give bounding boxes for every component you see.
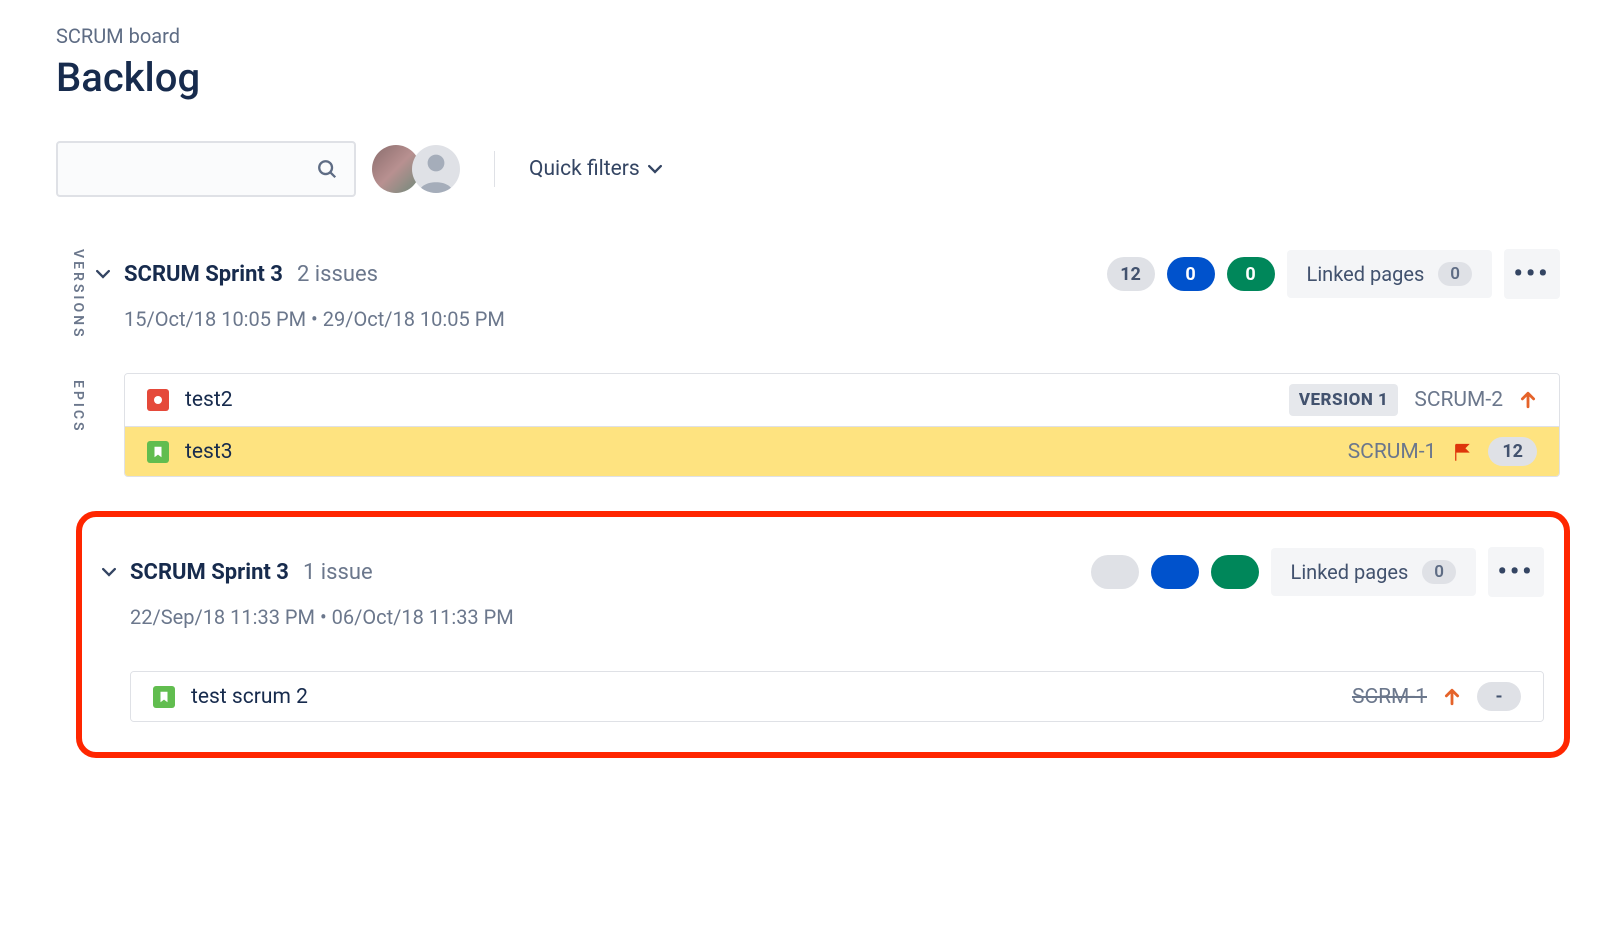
issue-title: test3 <box>185 440 233 464</box>
search-box[interactable] <box>56 141 356 197</box>
sprint-collapse-toggle[interactable] <box>96 269 110 279</box>
status-count-inprogress[interactable]: 0 <box>1167 257 1215 291</box>
sprint-block: SCRUM Sprint 3 2 issues 12 0 0 Linked pa… <box>96 239 1570 487</box>
board-area: VERSIONS EPICS SCRUM Sprint 3 2 issues 1… <box>56 239 1570 758</box>
linked-pages-button[interactable]: Linked pages 0 <box>1271 548 1476 596</box>
sprint-block: SCRUM Sprint 3 1 issue Linked pages 0 ••… <box>102 537 1554 732</box>
versions-tab[interactable]: VERSIONS <box>56 249 86 340</box>
search-icon[interactable] <box>316 158 338 180</box>
date-separator: • <box>320 605 332 629</box>
linked-pages-label: Linked pages <box>1307 262 1425 286</box>
page-title: Backlog <box>56 54 1570 101</box>
priority-icon <box>1519 391 1537 409</box>
linked-pages-label: Linked pages <box>1291 560 1409 584</box>
content-column: SCRUM Sprint 3 2 issues 12 0 0 Linked pa… <box>96 239 1570 758</box>
status-count-done[interactable] <box>1211 555 1259 589</box>
quick-filters-label: Quick filters <box>529 157 640 181</box>
issue-row[interactable]: test3 SCRUM-1 12 <box>125 426 1559 476</box>
highlighted-region: SCRUM Sprint 3 1 issue Linked pages 0 ••… <box>76 511 1570 758</box>
more-icon: ••• <box>1513 259 1550 289</box>
status-count-done[interactable]: 0 <box>1227 257 1275 291</box>
story-icon <box>147 441 169 463</box>
sprint-start-date: 15/Oct/18 10:05 PM <box>124 307 306 331</box>
more-icon: ••• <box>1497 557 1534 587</box>
linked-pages-count: 0 <box>1438 262 1472 286</box>
epics-tab[interactable]: EPICS <box>56 380 86 434</box>
issue-key[interactable]: SCRUM-1 <box>1348 440 1437 464</box>
sprint-name: SCRUM Sprint 3 <box>130 560 289 585</box>
issue-list: test2 VERSION 1 SCRUM-2 test3 SCRUM-1 <box>124 373 1560 477</box>
sprint-dates: 22/Sep/18 11:33 PM • 06/Oct/18 11:33 PM <box>130 605 1544 629</box>
priority-icon <box>1443 688 1461 706</box>
status-count-inprogress[interactable] <box>1151 555 1199 589</box>
breadcrumb[interactable]: SCRUM board <box>56 24 1570 48</box>
date-separator: • <box>311 307 323 331</box>
sprint-dates: 15/Oct/18 10:05 PM • 29/Oct/18 10:05 PM <box>124 307 1560 331</box>
sprint-end-date: 06/Oct/18 11:33 PM <box>332 605 514 629</box>
estimate-pill: 12 <box>1488 437 1537 466</box>
avatar-unassigned[interactable] <box>412 145 460 193</box>
status-count-todo[interactable] <box>1091 555 1139 589</box>
issue-key[interactable]: SCRUM-2 <box>1414 388 1503 412</box>
sprint-name: SCRUM Sprint 3 <box>124 262 283 287</box>
issue-row[interactable]: test scrum 2 SCRM-1 - <box>131 672 1543 721</box>
story-icon <box>153 686 175 708</box>
avatar-group <box>380 145 460 193</box>
sprint-start-date: 22/Sep/18 11:33 PM <box>130 605 315 629</box>
issue-key[interactable]: SCRM-1 <box>1352 685 1427 709</box>
sprint-issue-count: 1 issue <box>303 560 373 585</box>
sprint-header: SCRUM Sprint 3 2 issues 12 0 0 Linked pa… <box>96 249 1560 299</box>
estimate-pill: - <box>1477 682 1521 711</box>
sprint-more-button[interactable]: ••• <box>1488 547 1544 597</box>
bug-icon <box>147 389 169 411</box>
linked-pages-button[interactable]: Linked pages 0 <box>1287 250 1492 298</box>
issue-title: test2 <box>185 388 233 412</box>
quick-filters-dropdown[interactable]: Quick filters <box>529 157 662 181</box>
status-count-todo[interactable]: 12 <box>1107 257 1155 291</box>
sprint-header-actions: Linked pages 0 ••• <box>1091 547 1544 597</box>
chevron-down-icon <box>648 164 662 174</box>
issue-row[interactable]: test2 VERSION 1 SCRUM-2 <box>125 374 1559 426</box>
search-input[interactable] <box>74 159 316 180</box>
issue-list: test scrum 2 SCRM-1 - <box>130 671 1544 722</box>
version-tag[interactable]: VERSION 1 <box>1289 384 1399 416</box>
divider <box>494 151 495 187</box>
flag-icon <box>1452 442 1472 462</box>
sprint-header-actions: 12 0 0 Linked pages 0 ••• <box>1107 249 1560 299</box>
sprint-issue-count: 2 issues <box>297 262 378 287</box>
linked-pages-count: 0 <box>1422 560 1456 584</box>
filter-bar: Quick filters <box>56 141 1570 197</box>
sprint-header: SCRUM Sprint 3 1 issue Linked pages 0 ••… <box>102 547 1544 597</box>
sprint-collapse-toggle[interactable] <box>102 567 116 577</box>
sprint-end-date: 29/Oct/18 10:05 PM <box>323 307 505 331</box>
sprint-more-button[interactable]: ••• <box>1504 249 1560 299</box>
issue-title: test scrum 2 <box>191 685 308 709</box>
